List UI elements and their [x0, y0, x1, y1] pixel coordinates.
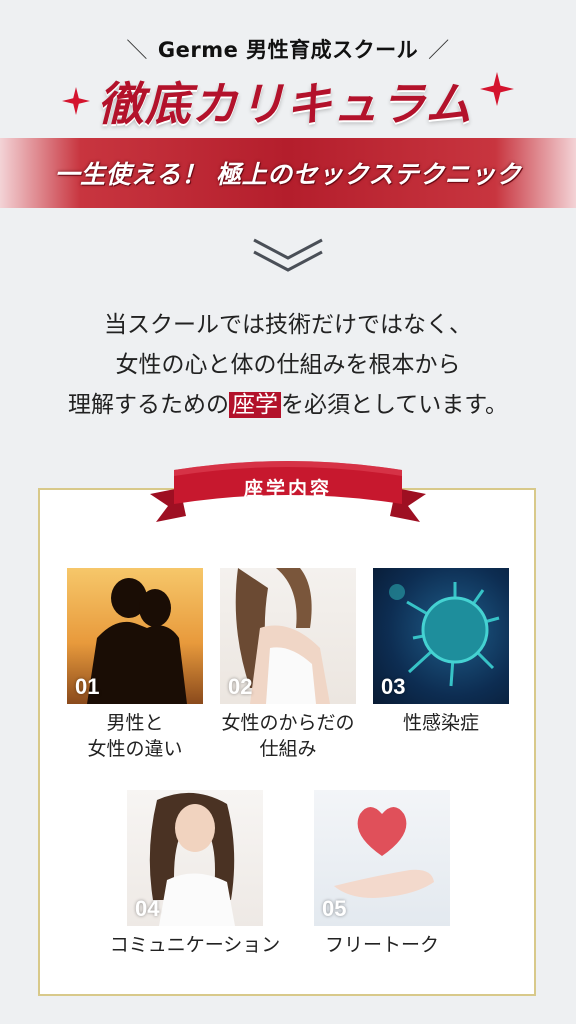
school-name-text: Germe 男性育成スクール: [157, 38, 419, 62]
course-number: 04: [135, 896, 160, 921]
course-label: 性感染症: [402, 712, 479, 734]
course-card-01[interactable]: 01 男性と 女性の違い: [67, 568, 203, 762]
course-card-02[interactable]: 02 女性のからだの 仕組み: [220, 568, 356, 762]
woman-portrait-image: 02: [220, 568, 356, 704]
slash-left: ＼: [126, 38, 148, 62]
course-label: 男性と 女性の違い: [87, 712, 183, 760]
heart-in-hand-image: 05: [314, 790, 450, 926]
course-number: 01: [75, 674, 100, 699]
ribbon-label: 座学内容: [243, 478, 332, 500]
intro-line-3-after: を必須としています。: [280, 392, 508, 418]
double-chevron-down-icon: [253, 238, 323, 272]
subtitle-banner: 一生使える！ 極上のセックステクニック: [0, 138, 576, 208]
virus-image: 03: [373, 568, 509, 704]
intro-text: 当スクールでは技術だけではなく、 女性の心と体の仕組みを根本から 理解するための…: [0, 305, 576, 425]
couple-silhouette-image: 01: [67, 568, 203, 704]
course-label: 女性のからだの 仕組み: [221, 712, 355, 760]
title-row: 徹底カリキュラム: [0, 66, 576, 136]
slash-right: ／: [428, 38, 450, 62]
page-title: 徹底カリキュラム: [97, 77, 473, 131]
intro-line-3: 理解するための 座学 を必須としています。: [0, 385, 576, 425]
course-number: 02: [228, 674, 253, 699]
course-card-04[interactable]: 04 コミュニケーション: [110, 790, 280, 958]
course-number: 03: [381, 674, 406, 699]
course-label: フリートーク: [324, 934, 439, 956]
course-card-05[interactable]: 05 フリートーク: [314, 790, 450, 958]
course-number: 05: [322, 896, 347, 921]
intro-line-3-before: 理解するための: [67, 392, 229, 418]
smiling-woman-image: 04: [127, 790, 263, 926]
intro-line-1: 当スクールでは技術だけではなく、: [104, 312, 472, 338]
sparkle-right-icon: [480, 72, 515, 106]
highlight-zagaku: 座学: [228, 392, 281, 418]
course-label: コミュニケーション: [109, 934, 281, 956]
intro-line-2: 女性の心と体の仕組みを根本から: [115, 352, 461, 378]
sparkle-left-icon: [61, 87, 90, 115]
banner-text: 一生使える！ 極上のセックステクニック: [54, 160, 522, 189]
course-card-03[interactable]: 03 性感染症: [373, 568, 509, 736]
school-name: ＼ Germe 男性育成スクール ／: [0, 34, 576, 64]
